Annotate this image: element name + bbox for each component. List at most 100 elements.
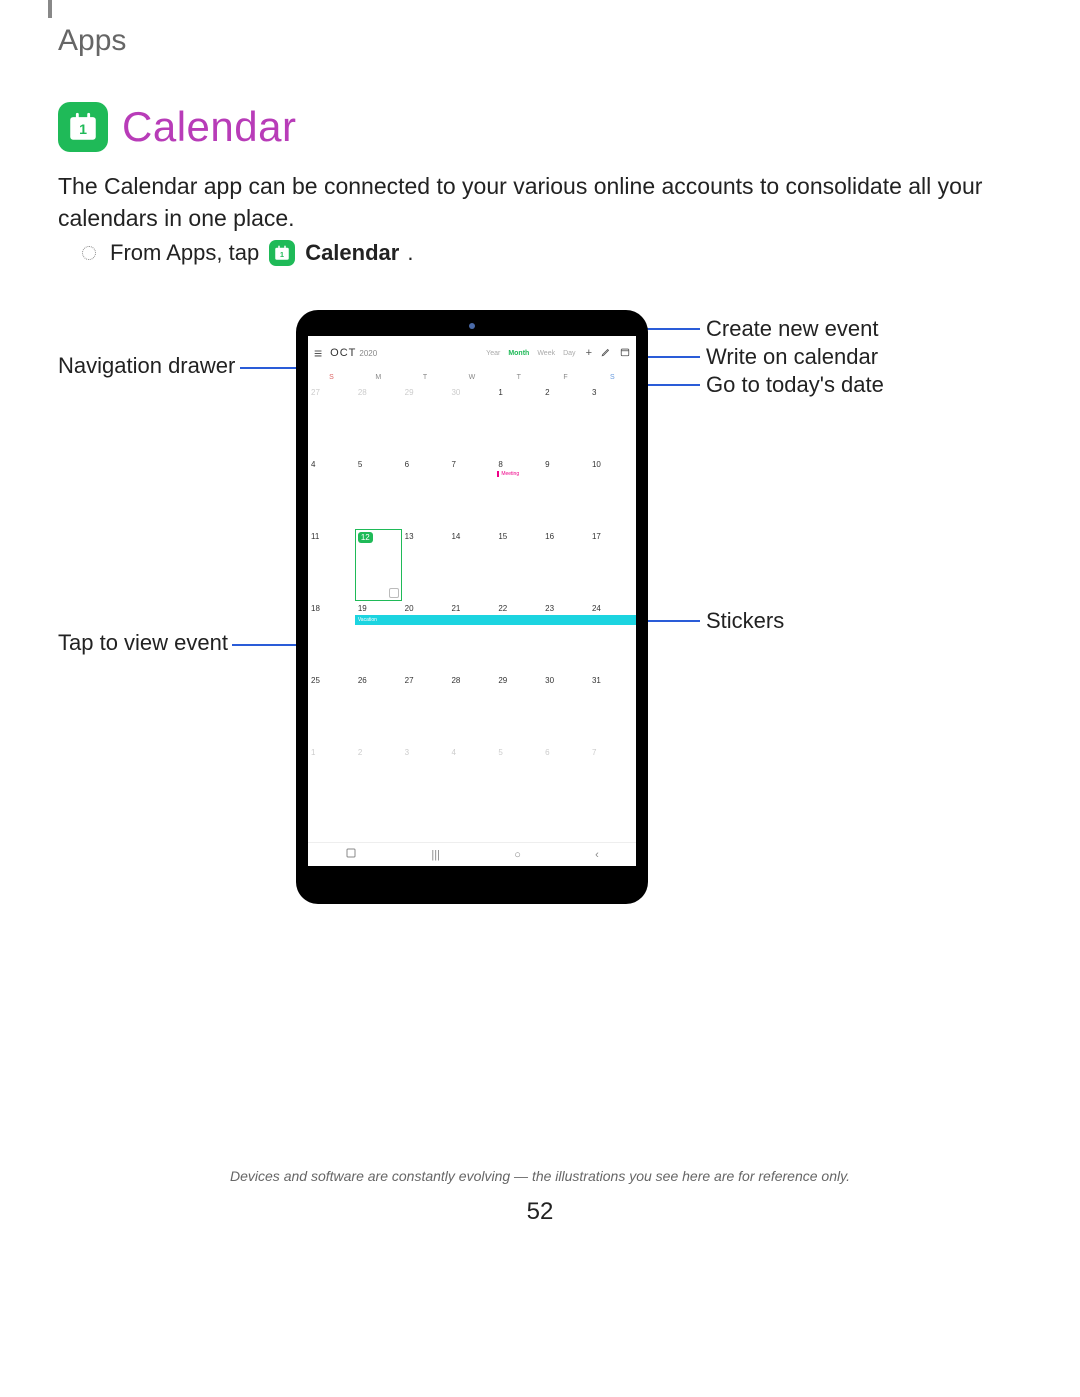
callout-tap-view-event: Tap to view event bbox=[58, 630, 228, 656]
calendar-cell[interactable]: 1 bbox=[495, 385, 542, 457]
calendar-cell[interactable]: 24 bbox=[589, 601, 636, 673]
calendar-week-row: 12 3 456 7 bbox=[308, 745, 636, 817]
tab-week[interactable]: Week bbox=[537, 350, 555, 357]
dayhead-thu: T bbox=[495, 370, 542, 385]
date-number: 18 bbox=[311, 604, 320, 613]
instruction-suffix: . bbox=[407, 240, 413, 266]
calendar-cell[interactable]: 31 bbox=[589, 673, 636, 745]
dayhead-tue: T bbox=[402, 370, 449, 385]
calendar-cell[interactable]: 29 bbox=[402, 385, 449, 457]
calendar-cell[interactable]: 26 bbox=[355, 673, 402, 745]
calendar-weeks: 2728293012345678Meeting91011121314151617… bbox=[308, 385, 636, 817]
calendar-cell[interactable]: 17 bbox=[589, 529, 636, 601]
today-icon[interactable] bbox=[620, 347, 630, 360]
write-icon[interactable] bbox=[601, 347, 611, 360]
tab-month[interactable]: Month bbox=[508, 350, 529, 357]
svg-text:1: 1 bbox=[280, 250, 284, 259]
calendar-icon: 1 bbox=[273, 244, 291, 262]
calendar-cell[interactable]: 29 bbox=[495, 673, 542, 745]
date-number: 29 bbox=[405, 388, 414, 397]
sticker-icon[interactable] bbox=[389, 588, 399, 598]
calendar-cell[interactable]: 6 bbox=[402, 457, 449, 529]
calendar-cell[interactable]: 21 bbox=[448, 601, 495, 673]
calendar-cell[interactable]: 20 bbox=[402, 601, 449, 673]
date-number: 13 bbox=[405, 532, 414, 541]
calendar-cell[interactable]: 2 bbox=[355, 745, 402, 817]
nav-recents-icon[interactable] bbox=[345, 847, 357, 862]
description-text: The Calendar app can be connected to you… bbox=[58, 170, 1022, 234]
nav-home-icon[interactable]: ○ bbox=[514, 849, 521, 861]
calendar-cell[interactable]: 1 bbox=[308, 745, 355, 817]
calendar-cell[interactable]: 3 bbox=[402, 745, 449, 817]
calendar-cell[interactable]: 5 bbox=[495, 745, 542, 817]
date-number: 27 bbox=[311, 388, 320, 397]
calendar-cell[interactable]: 16 bbox=[542, 529, 589, 601]
calendar-year: 2020 bbox=[359, 349, 377, 358]
date-number: 6 bbox=[545, 748, 549, 757]
calendar-cell[interactable]: 11 bbox=[308, 529, 355, 601]
date-number: 28 bbox=[358, 388, 367, 397]
nav-recents-icon[interactable]: ||| bbox=[431, 849, 440, 861]
bullet-icon bbox=[82, 246, 96, 260]
calendar-cell[interactable]: 27 bbox=[402, 673, 449, 745]
date-number: 25 bbox=[311, 676, 320, 685]
calendar-cell[interactable]: 18 bbox=[308, 601, 355, 673]
calendar-icon: 1 bbox=[66, 110, 100, 144]
calendar-cell[interactable]: 4 bbox=[308, 457, 355, 529]
calendar-cell[interactable]: 25 bbox=[308, 673, 355, 745]
calendar-cell[interactable]: 13 bbox=[402, 529, 449, 601]
date-number: 1 bbox=[498, 388, 502, 397]
calendar-cell[interactable]: 4 bbox=[448, 745, 495, 817]
dayhead-wed: W bbox=[448, 370, 495, 385]
date-number: 30 bbox=[545, 676, 554, 685]
calendar-week-row: 18 192021 222324Vacation bbox=[308, 601, 636, 673]
calendar-cell[interactable]: 30 bbox=[448, 385, 495, 457]
date-number: 7 bbox=[592, 748, 596, 757]
calendar-cell[interactable]: 5 bbox=[355, 457, 402, 529]
calendar-cell[interactable]: 8Meeting bbox=[495, 457, 542, 529]
callout-navigation-drawer: Navigation drawer bbox=[58, 353, 235, 379]
calendar-cell[interactable]: 9 bbox=[542, 457, 589, 529]
date-number: 4 bbox=[311, 460, 315, 469]
calendar-cell[interactable]: 14 bbox=[448, 529, 495, 601]
calendar-cell[interactable]: 10 bbox=[589, 457, 636, 529]
date-number: 3 bbox=[592, 388, 596, 397]
date-number: 11 bbox=[311, 532, 319, 541]
dayhead-sun: S bbox=[308, 370, 355, 385]
calendar-cell[interactable]: 19 bbox=[355, 601, 402, 673]
add-event-icon[interactable]: + bbox=[586, 347, 592, 359]
calendar-cell[interactable]: 28 bbox=[448, 673, 495, 745]
event-bar[interactable]: Vacation bbox=[355, 615, 636, 625]
tab-day[interactable]: Day bbox=[563, 350, 575, 357]
calendar-cell[interactable]: 7 bbox=[589, 745, 636, 817]
calendar-cell[interactable]: 3 bbox=[589, 385, 636, 457]
calendar-app-icon: 1 bbox=[58, 102, 108, 152]
date-number: 17 bbox=[592, 532, 601, 541]
nav-back-icon[interactable]: ‹ bbox=[595, 849, 599, 861]
calendar-cell[interactable]: 7 bbox=[448, 457, 495, 529]
event-label[interactable]: Meeting bbox=[497, 471, 519, 477]
tab-year[interactable]: Year bbox=[486, 350, 500, 357]
hamburger-icon[interactable]: ≡ bbox=[314, 345, 322, 361]
date-number: 3 bbox=[405, 748, 409, 757]
calendar-cell[interactable]: 30 bbox=[542, 673, 589, 745]
calendar-cell[interactable]: 27 bbox=[308, 385, 355, 457]
calendar-cell[interactable]: 28 bbox=[355, 385, 402, 457]
calendar-week-row: 11 1213 14151617 bbox=[308, 529, 636, 601]
section-title: Calendar bbox=[122, 103, 296, 151]
calendar-month[interactable]: OCT bbox=[330, 347, 356, 359]
calendar-cell[interactable]: 15 bbox=[495, 529, 542, 601]
calendar-cell[interactable]: 2 bbox=[542, 385, 589, 457]
calendar-day-headers: S M T W T F S bbox=[308, 370, 636, 385]
svg-text:1: 1 bbox=[79, 122, 87, 138]
callout-write-calendar: Write on calendar bbox=[706, 344, 878, 370]
calendar-cell[interactable]: 12 bbox=[355, 529, 402, 601]
date-number: 21 bbox=[451, 604, 460, 613]
calendar-cell[interactable]: 23 bbox=[542, 601, 589, 673]
calendar-cell[interactable]: 6 bbox=[542, 745, 589, 817]
date-number: 31 bbox=[592, 676, 601, 685]
date-number: 26 bbox=[358, 676, 367, 685]
date-number: 2 bbox=[358, 748, 362, 757]
date-number: 28 bbox=[451, 676, 460, 685]
calendar-cell[interactable]: 22 bbox=[495, 601, 542, 673]
